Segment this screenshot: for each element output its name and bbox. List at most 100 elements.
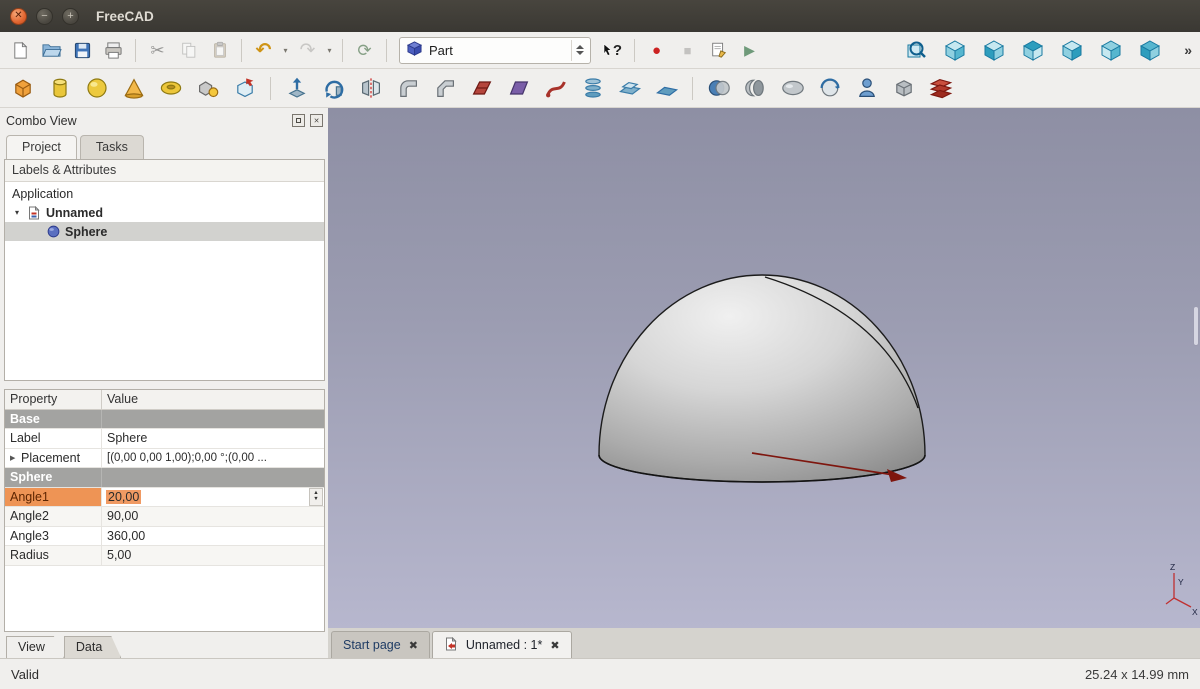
copy-button[interactable] xyxy=(174,36,203,64)
front-view-button[interactable] xyxy=(979,36,1008,64)
workbench-selector[interactable]: Part xyxy=(399,37,591,64)
fillet-button[interactable] xyxy=(391,71,424,105)
property-value-angle2[interactable]: 90,00 xyxy=(102,507,324,526)
offset-button[interactable] xyxy=(613,71,646,105)
bottom-view-button[interactable] xyxy=(1135,36,1164,64)
panel-close-button[interactable]: ✕ xyxy=(310,114,323,127)
sphere-button[interactable] xyxy=(80,71,113,105)
tab-start-page[interactable]: Start page ✖ xyxy=(331,631,430,658)
combo-view-header[interactable]: Combo View ✕ xyxy=(4,111,325,130)
create-primitives-button[interactable] xyxy=(191,71,224,105)
tab-data[interactable]: Data xyxy=(64,636,121,658)
close-tab-icon[interactable]: ✖ xyxy=(550,639,559,652)
make-face-button[interactable] xyxy=(502,71,535,105)
cylinder-button[interactable] xyxy=(43,71,76,105)
chamfer-button[interactable] xyxy=(428,71,461,105)
thickness-button[interactable] xyxy=(650,71,683,105)
redo-button[interactable]: ↷ xyxy=(293,36,322,64)
panel-float-button[interactable] xyxy=(292,114,305,127)
workbench-dropdown-arrows[interactable] xyxy=(571,40,587,61)
titlebar[interactable]: ✕ − + FreeCAD xyxy=(0,0,1200,32)
top-view-button[interactable] xyxy=(1018,36,1047,64)
box-button[interactable] xyxy=(6,71,39,105)
property-name-angle2[interactable]: Angle2 xyxy=(5,507,102,526)
sweep-button[interactable] xyxy=(539,71,572,105)
rear-view-button[interactable] xyxy=(1096,36,1125,64)
macro-record-button[interactable]: ● xyxy=(642,36,671,64)
property-value-radius[interactable]: 5,00 xyxy=(102,546,324,565)
cut-boolean-button[interactable] xyxy=(739,71,772,105)
fit-all-button[interactable] xyxy=(901,36,930,64)
macro-stop-button[interactable]: ■ xyxy=(673,36,702,64)
tree-item-application[interactable]: Application xyxy=(5,184,324,203)
viewport-scrollbar-thumb[interactable] xyxy=(1193,306,1199,346)
cone-button[interactable] xyxy=(117,71,150,105)
compound-button[interactable] xyxy=(887,71,920,105)
whats-this-button[interactable]: ? xyxy=(598,36,627,64)
cross-sections-button[interactable] xyxy=(924,71,957,105)
property-group-sphere[interactable]: Sphere xyxy=(5,468,324,488)
property-row-angle1[interactable]: Angle1 20,00 ▲ ▼ xyxy=(5,488,324,508)
torus-button[interactable] xyxy=(154,71,187,105)
property-row-angle2[interactable]: Angle2 90,00 xyxy=(5,507,324,527)
tab-tasks[interactable]: Tasks xyxy=(80,135,144,159)
tree-item-sphere[interactable]: Sphere xyxy=(5,222,324,241)
window-maximize-button[interactable]: + xyxy=(62,8,79,25)
property-name-placement[interactable]: ▶Placement xyxy=(5,449,102,468)
property-name-label[interactable]: Label xyxy=(5,429,102,448)
tree-item-document[interactable]: ▾ Unnamed xyxy=(5,203,324,222)
right-view-button[interactable] xyxy=(1057,36,1086,64)
tab-view[interactable]: View xyxy=(6,636,64,658)
sphere-solid[interactable] xyxy=(599,275,925,482)
tab-project[interactable]: Project xyxy=(6,135,77,159)
angle1-spinner[interactable]: ▲ ▼ xyxy=(309,488,323,506)
toolbar-overflow-button[interactable]: » xyxy=(1184,42,1192,58)
check-geometry-button[interactable] xyxy=(850,71,883,105)
print-button[interactable] xyxy=(99,36,128,64)
placement-expander-icon[interactable]: ▶ xyxy=(10,454,21,462)
cut-button[interactable]: ✂ xyxy=(143,36,172,64)
property-row-placement[interactable]: ▶Placement [(0,00 0,00 1,00);0,00 °;(0,0… xyxy=(5,449,324,469)
window-close-button[interactable]: ✕ xyxy=(10,8,27,25)
undo-dropdown-arrow[interactable]: ▾ xyxy=(280,46,291,55)
new-document-button[interactable] xyxy=(6,36,35,64)
undo-button[interactable]: ↶ xyxy=(249,36,278,64)
property-value-placement[interactable]: [(0,00 0,00 1,00);0,00 °;(0,00 ... xyxy=(102,449,324,468)
macro-edit-button[interactable] xyxy=(704,36,733,64)
close-tab-icon[interactable]: ✖ xyxy=(409,639,418,652)
open-document-button[interactable] xyxy=(37,36,66,64)
paste-button[interactable] xyxy=(205,36,234,64)
window-minimize-button[interactable]: − xyxy=(36,8,53,25)
ruled-surface-button[interactable] xyxy=(465,71,498,105)
property-row-angle3[interactable]: Angle3 360,00 xyxy=(5,527,324,547)
angle1-value-text[interactable]: 20,00 xyxy=(106,490,141,504)
angle1-value-editor[interactable]: 20,00 ▲ ▼ xyxy=(102,488,324,507)
property-column-header[interactable]: Property xyxy=(5,390,102,409)
property-name-radius[interactable]: Radius xyxy=(5,546,102,565)
macro-play-button[interactable]: ▶ xyxy=(735,36,764,64)
property-value-angle3[interactable]: 360,00 xyxy=(102,527,324,546)
axonometric-view-button[interactable] xyxy=(940,36,969,64)
save-document-button[interactable] xyxy=(68,36,97,64)
tab-unnamed-document[interactable]: Unnamed : 1* ✖ xyxy=(432,631,572,658)
boolean-button[interactable] xyxy=(702,71,735,105)
revolve-button[interactable] xyxy=(317,71,350,105)
value-column-header[interactable]: Value xyxy=(102,390,324,409)
refresh-button[interactable]: ⟳ xyxy=(350,36,379,64)
intersection-button[interactable] xyxy=(813,71,846,105)
property-name-angle3[interactable]: Angle3 xyxy=(5,527,102,546)
union-button[interactable] xyxy=(776,71,809,105)
loft-button[interactable] xyxy=(576,71,609,105)
property-name-angle1[interactable]: Angle1 xyxy=(5,488,102,507)
3d-viewport[interactable]: Z Y X xyxy=(328,108,1200,628)
property-row-radius[interactable]: Radius 5,00 xyxy=(5,546,324,566)
property-group-base[interactable]: Base xyxy=(5,410,324,430)
extrude-button[interactable] xyxy=(280,71,313,105)
redo-dropdown-arrow[interactable]: ▾ xyxy=(324,46,335,55)
property-value-label[interactable]: Sphere xyxy=(102,429,324,448)
property-row-label[interactable]: Label Sphere xyxy=(5,429,324,449)
spin-down-icon[interactable]: ▼ xyxy=(313,497,318,503)
mirror-button[interactable] xyxy=(354,71,387,105)
tree-expander-icon[interactable]: ▾ xyxy=(12,208,22,217)
shape-builder-button[interactable] xyxy=(228,71,261,105)
